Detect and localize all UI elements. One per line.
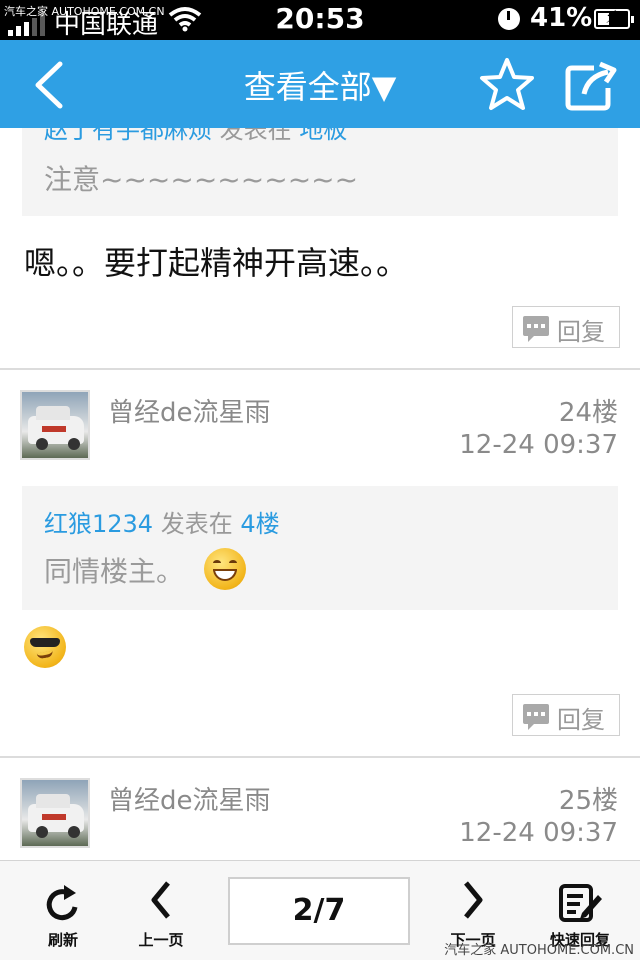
quote-text: 同情楼主。: [44, 555, 185, 588]
username[interactable]: 曾经de流星雨: [108, 780, 271, 817]
view-all-dropdown[interactable]: 查看全部▼: [0, 62, 640, 108]
alarm-clock-icon: [498, 8, 520, 30]
quote-author-link[interactable]: 红狼1234: [44, 510, 153, 538]
reply-button[interactable]: 回复: [512, 306, 620, 348]
post-time: 12-24 09:37: [459, 430, 618, 460]
comment-bubble-icon: [523, 704, 549, 730]
reply-button[interactable]: 回复: [512, 694, 620, 736]
chevron-left-icon: [151, 881, 170, 919]
reply-button-label: 回复: [557, 318, 605, 346]
refresh-icon: [46, 885, 78, 921]
avatar[interactable]: [20, 390, 90, 460]
cool-sunglasses-emoji-icon: [24, 626, 66, 668]
quote-text: 注意~~~~~~~~~~~: [44, 163, 359, 196]
page-indicator[interactable]: 2/7: [228, 877, 410, 945]
quote-meta: 赵丁有手都麻烦 发表在 地板: [44, 128, 347, 145]
battery-icon: ⚡: [594, 7, 634, 29]
status-bar: 汽车之家 AUTOHOME.COM.CN 中国联通 20:53 41% ⚡: [0, 0, 640, 40]
post-divider: [0, 368, 640, 370]
charging-bolt-icon: ⚡: [605, 7, 618, 28]
battery-percent: 41%: [530, 3, 593, 33]
reply-button-label: 回复: [557, 706, 605, 734]
chevron-right-icon: [464, 881, 483, 919]
floor-number: 24楼: [558, 398, 618, 428]
comment-bubble-icon: [523, 316, 549, 342]
quoted-post: 红狼1234 发表在 4楼 同情楼主。: [22, 486, 618, 610]
prev-page-label: 上一页: [138, 931, 184, 949]
quote-floor-link[interactable]: 地板: [299, 128, 347, 144]
navigation-bar: 查看全部▼: [0, 40, 640, 128]
avatar[interactable]: [20, 778, 90, 848]
watermark-bottom: 汽车之家 AUTOHOME.COM.CN: [444, 943, 634, 958]
share-icon[interactable]: [564, 60, 618, 112]
quote-posted-at-label: 发表在: [212, 128, 300, 144]
floor-number: 25楼: [558, 786, 618, 816]
refresh-label: 刷新: [47, 931, 78, 949]
quote-meta: 红狼1234 发表在 4楼: [44, 504, 280, 539]
bottom-toolbar: 刷新 上一页 2/7 下一页 快速回复 汽车之家 AUTOHOME.COM.CN: [0, 860, 640, 960]
quote-posted-at-label: 发表在: [153, 510, 241, 538]
quote-author-link[interactable]: 赵丁有手都麻烦: [44, 128, 212, 144]
edit-note-icon: [559, 884, 602, 922]
prev-page-button[interactable]: 上一页: [124, 861, 198, 960]
post-divider: [0, 756, 640, 758]
username[interactable]: 曾经de流星雨: [108, 392, 271, 429]
grin-emoji-icon: [204, 548, 246, 590]
quoted-post: 赵丁有手都麻烦 发表在 地板 注意~~~~~~~~~~~: [22, 128, 618, 216]
refresh-button[interactable]: 刷新: [28, 861, 98, 960]
post-body: 嗯。。要打起精神开高速。。: [24, 244, 409, 282]
favorite-star-icon[interactable]: [478, 56, 536, 114]
quote-floor-link[interactable]: 4楼: [240, 510, 279, 538]
post-time: 12-24 09:37: [459, 818, 618, 848]
post-list[interactable]: 赵丁有手都麻烦 发表在 地板 注意~~~~~~~~~~~ 嗯。。要打起精神开高速…: [0, 128, 640, 860]
